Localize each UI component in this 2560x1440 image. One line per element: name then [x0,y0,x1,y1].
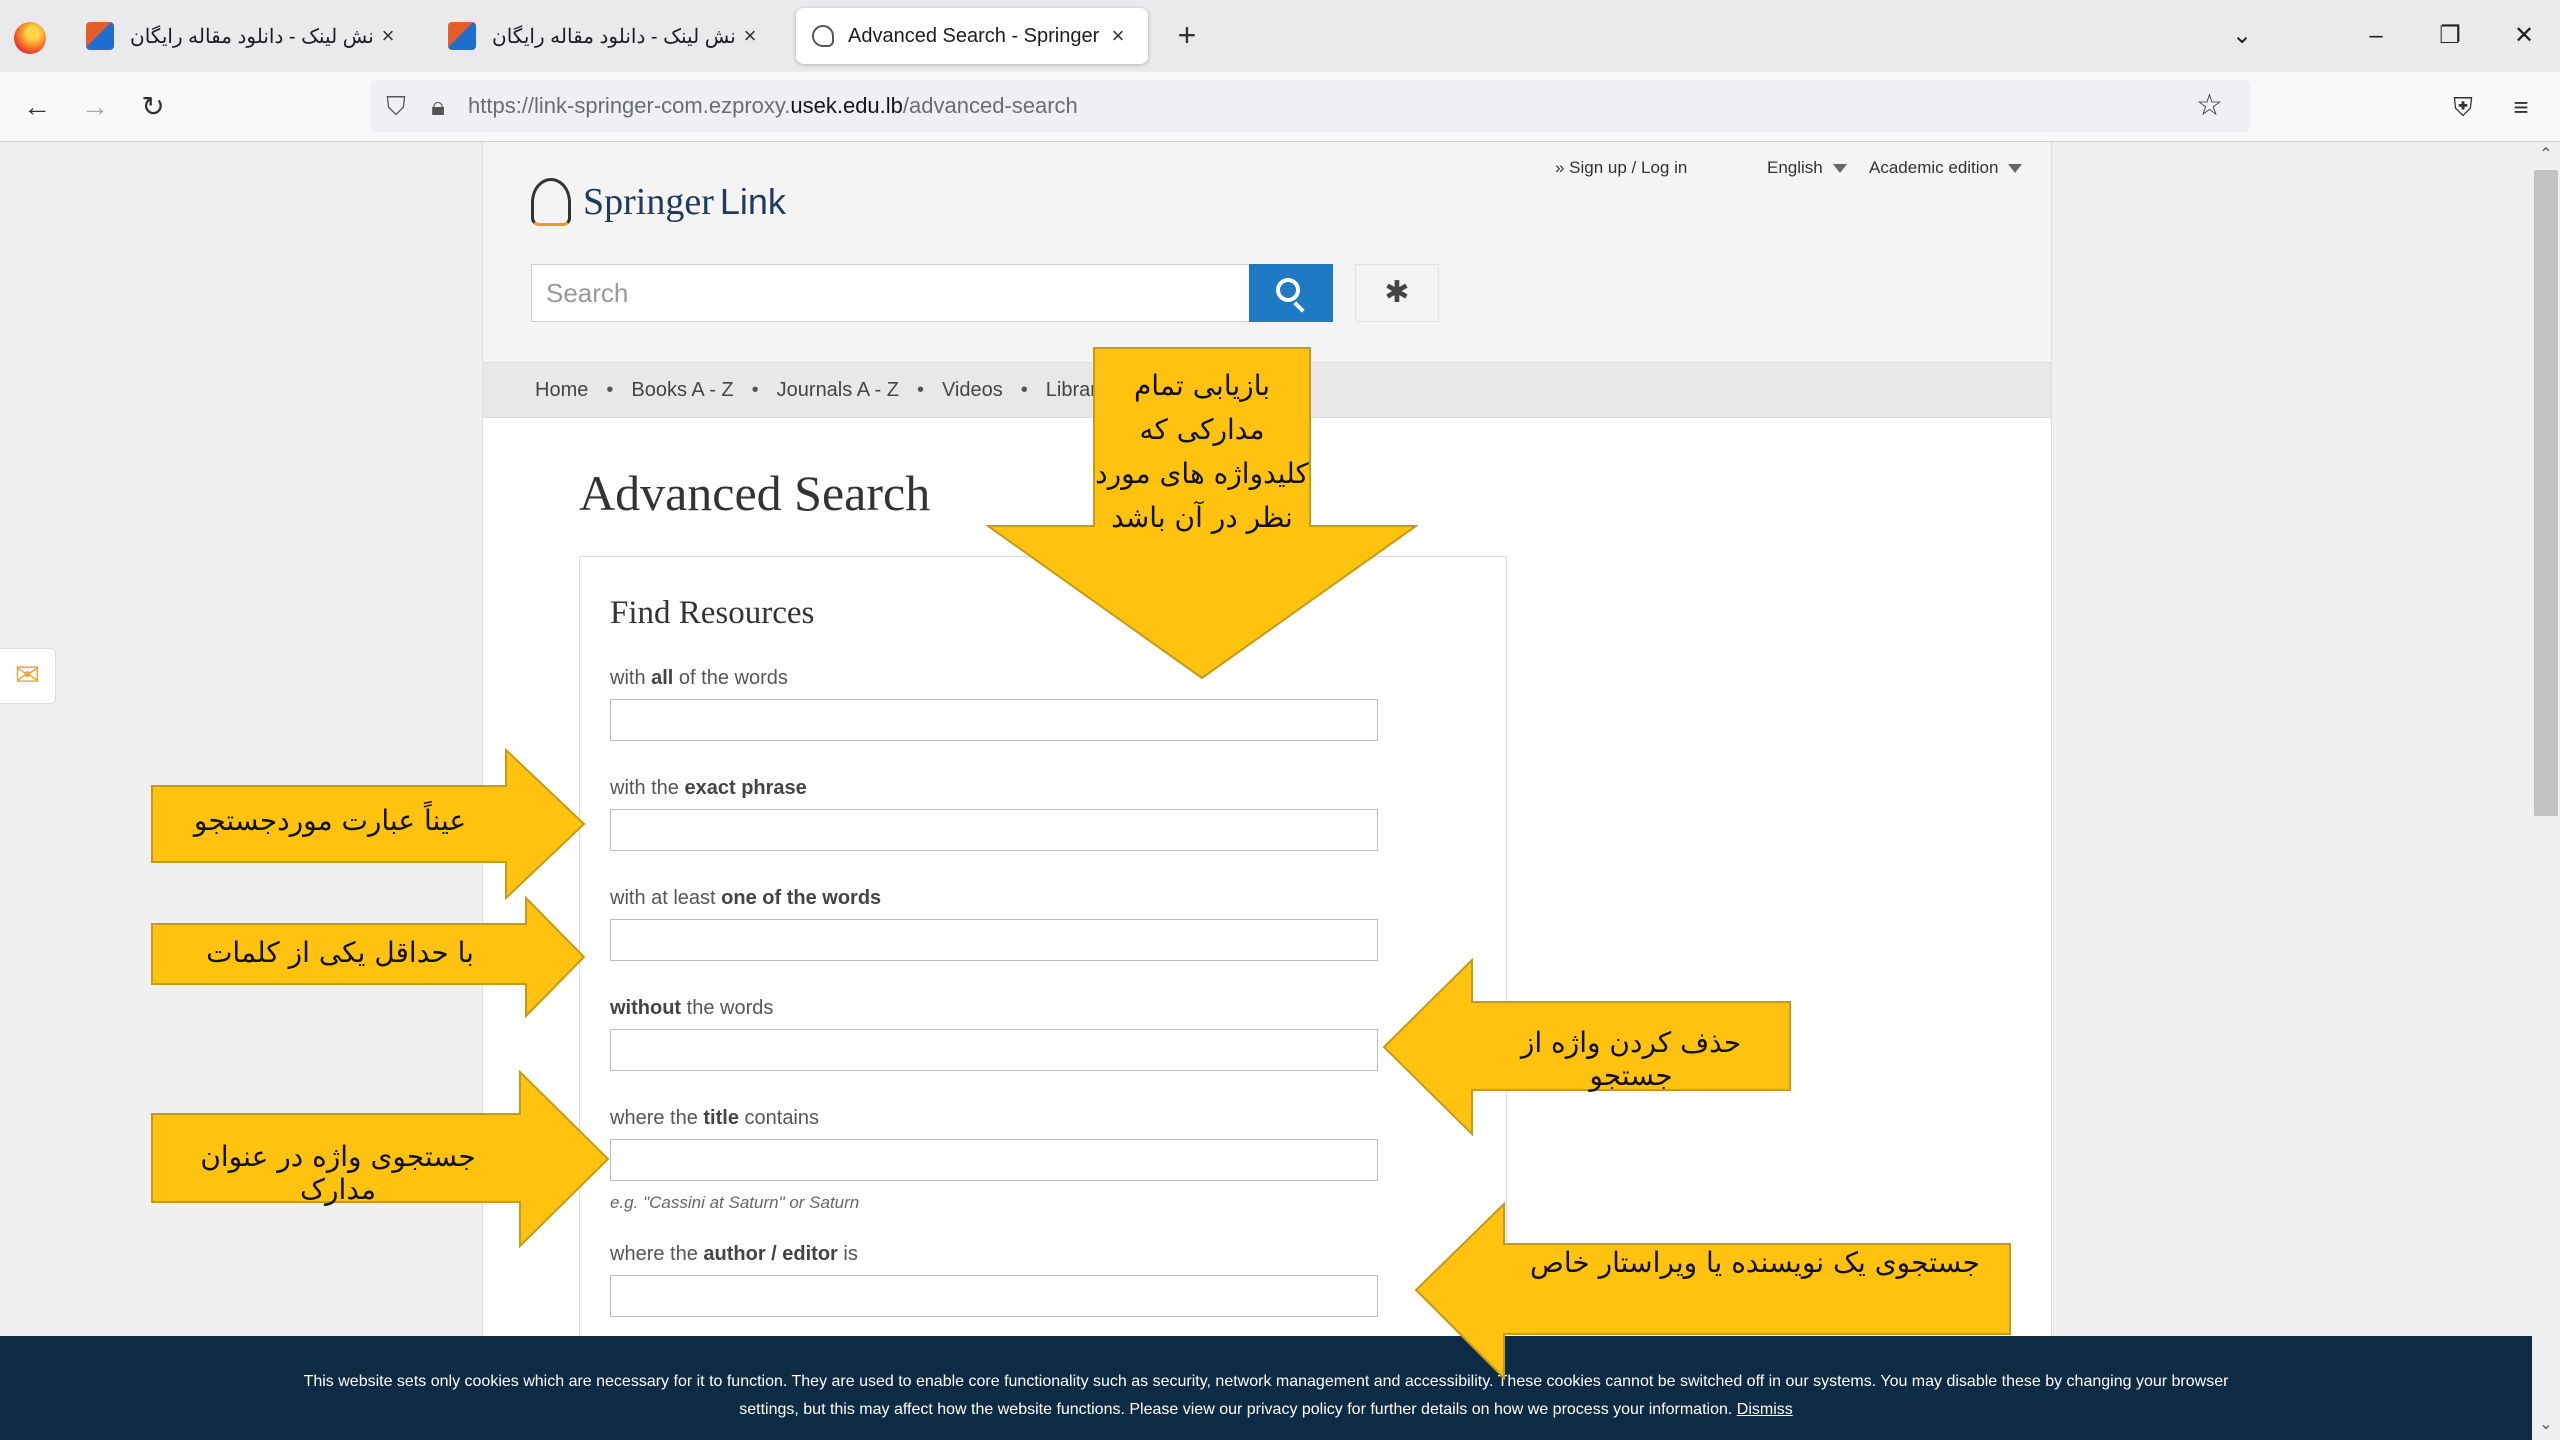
firefox-icon[interactable] [14,22,46,54]
forward-arrow-icon[interactable]: → [72,84,118,130]
callout-one-word: با حداقل یکی از کلمات [150,896,586,1018]
minimize-icon[interactable]: – [2352,14,2400,58]
without-words-input[interactable] [610,1029,1378,1071]
callout-without-text: حذف کردن واژه از جستجو [1520,1026,1742,1092]
lock-icon[interactable]: 🔒︎ [422,90,454,122]
nav-home[interactable]: Home [535,379,588,402]
cookie-banner: This website sets only cookies which are… [0,1336,2532,1440]
scrollbar-thumb[interactable] [2534,170,2558,816]
edition-label: Academic edition [1869,158,1999,177]
tab-title: Advanced Search - Springer [848,24,1100,47]
window-close-icon[interactable]: ✕ [2500,14,2548,58]
nav-separator: • [606,378,614,401]
close-icon[interactable]: × [374,23,402,49]
caret-down-icon [2008,164,2023,174]
scroll-up-icon[interactable]: ⌃ [2536,144,2556,164]
navigation-toolbar: ← → ↻ ⛉ 🔒︎ https://link-springer-com.ezp… [0,72,2560,142]
tab-title: دانش لینک - دانلود مقاله رایگان، [492,25,736,48]
signup-login-link[interactable]: » Sign up / Log in [1555,158,1687,178]
exact-phrase-label: with the exact phrase [610,777,807,799]
search-icon [1276,278,1300,302]
search-button[interactable] [1249,264,1333,322]
nav-journals-az[interactable]: Journals A - Z [777,379,899,402]
all-words-input[interactable] [610,699,1378,741]
callout-all-words: بازیابی تمام مدارکی که کلیدواژه های مورد… [986,346,1418,680]
without-words-label: without the words [610,997,774,1019]
close-icon[interactable]: × [736,23,764,49]
reload-icon[interactable]: ↻ [130,84,176,130]
nav-separator: • [916,378,924,401]
nav-separator: • [751,378,759,401]
restore-icon[interactable]: ❐ [2426,14,2474,58]
form-heading: Find Resources [610,595,815,631]
title-hint: e.g. "Cassini at Saturn" or Saturn [610,1193,860,1212]
language-label: English [1767,158,1823,177]
close-icon[interactable]: × [1104,23,1132,49]
scroll-down-icon[interactable]: ⌄ [2536,1414,2556,1434]
language-selector[interactable]: English [1767,158,1847,178]
callout-title-text: جستجوی واژه در عنوان مدارک [200,1140,476,1206]
callout-all-words-text: بازیابی تمام مدارکی که کلیدواژه های مورد… [1095,369,1309,534]
author-editor-label: where the author / editor is [610,1243,858,1265]
logo-springer-text: Springer [583,181,714,223]
all-words-label: with all of the words [610,667,788,689]
url-path: /advanced-search [902,93,1078,118]
author-editor-input[interactable] [610,1275,1378,1317]
pocket-icon[interactable]: ⛨ [2440,84,2486,130]
tab-title: دانش لینک - دانلود مقاله رایگان، [130,25,374,48]
springer-horse-icon [531,178,571,226]
tab-inactive-1[interactable]: دانش لینک - دانلود مقاله رایگان، × [70,8,418,64]
caret-down-icon [1832,164,1847,174]
shield-icon[interactable]: ⛉ [380,90,412,122]
springerlink-logo[interactable]: Springer Link [531,172,786,232]
danesh-link-favicon-icon [448,22,476,50]
back-arrow-icon[interactable]: ← [14,84,60,130]
exact-phrase-input[interactable] [610,809,1378,851]
address-bar[interactable]: ⛉ 🔒︎ https://link-springer-com.ezproxy.u… [370,80,2250,132]
cookie-text-line2: settings, but this may affect how the we… [739,1401,1793,1418]
tab-inactive-2[interactable]: دانش لینک - دانلود مقاله رایگان، × [432,8,780,64]
springer-favicon-icon [812,25,834,47]
gear-icon: ✱ [1384,276,1410,309]
new-tab-button[interactable]: + [1168,18,1206,56]
callout-left-arrow-shape [1414,1202,2011,1380]
cookie-text-line1: This website sets only cookies which are… [303,1373,2229,1390]
search-input[interactable] [531,264,1251,322]
callout-without: حذف کردن واژه از جستجو [1382,958,1792,1136]
url-text[interactable]: https://link-springer-com.ezproxy.usek.e… [468,93,1078,119]
callout-exact-phrase: عیناً عبارت موردجستجو [150,748,586,900]
url-prefix: https://link-springer-com.ezproxy. [468,93,791,118]
url-domain: usek.edu.lb [790,93,903,118]
logo-link-text: Link [719,181,786,222]
edition-selector[interactable]: Academic edition [1869,158,2023,178]
one-of-words-label: with at least one of the words [610,887,882,909]
title-contains-label: where the title contains [610,1107,820,1129]
menu-icon[interactable]: ≡ [2498,84,2544,130]
title-contains-input[interactable] [610,1139,1378,1181]
dismiss-link[interactable]: Dismiss [1737,1401,1793,1418]
callout-author: جستجوی یک نویسنده یا ویراستار خاص [1414,1202,2012,1380]
search-options-button[interactable]: ✱ [1355,264,1439,322]
callout-author-text: جستجوی یک نویسنده یا ویراستار خاص [1530,1246,1980,1279]
tab-active[interactable]: Advanced Search - Springer × [796,8,1148,64]
danesh-link-favicon-icon [86,22,114,50]
site-header: Springer Link » Sign up / Log in English… [483,142,2051,362]
callout-one-word-text: با حداقل یکی از کلمات [206,936,474,969]
mail-feedback-icon[interactable]: ✉ [0,648,56,704]
callout-title: جستجوی واژه در عنوان مدارک [150,1070,610,1248]
page-title: Advanced Search [579,465,931,521]
callout-exact-phrase-text: عیناً عبارت موردجستجو [193,804,467,837]
one-of-words-input[interactable] [610,919,1378,961]
nav-books-az[interactable]: Books A - Z [631,379,733,402]
bookmark-star-icon[interactable]: ☆ [2196,88,2223,123]
find-resources-form: Find Resources with all of the words wit… [579,556,1507,1440]
tab-bar: دانش لینک - دانلود مقاله رایگان، × دانش … [0,0,2560,72]
list-all-tabs-icon[interactable]: ⌄ [2218,14,2266,58]
